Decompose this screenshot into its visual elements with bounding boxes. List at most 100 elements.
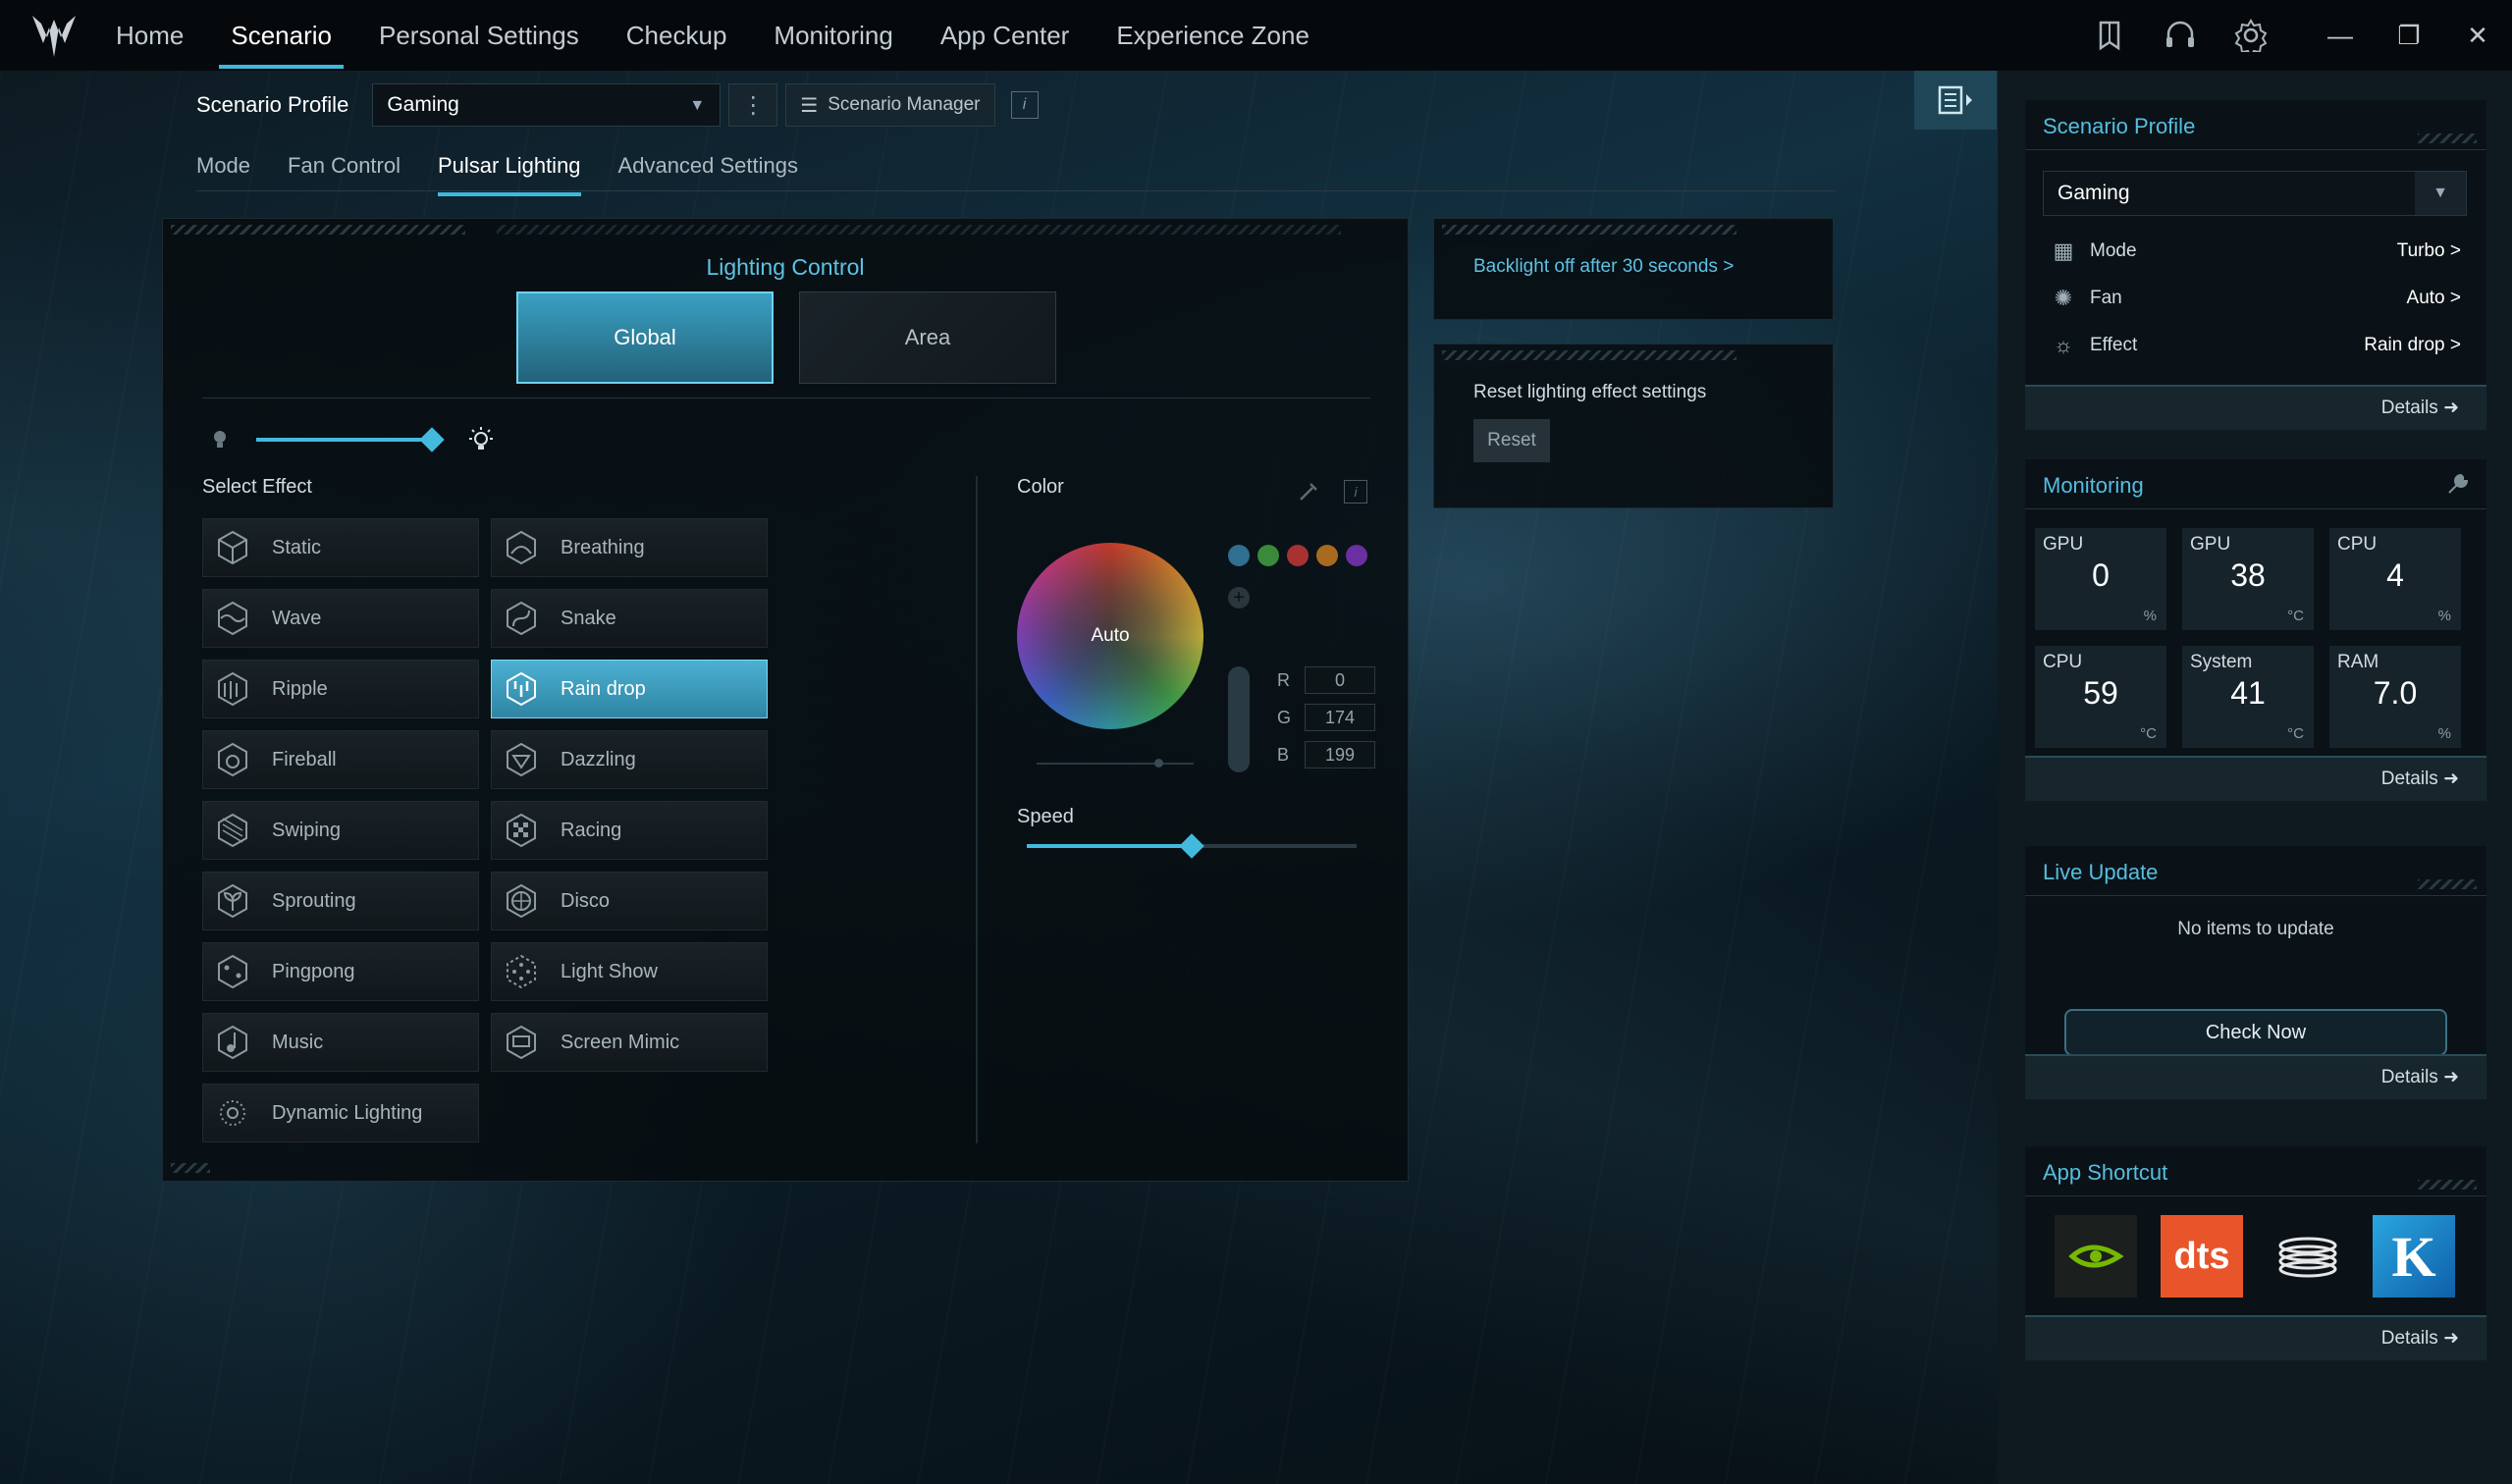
brightness-track[interactable] xyxy=(256,438,438,442)
effect-wave[interactable]: Wave xyxy=(202,589,479,648)
gear-icon[interactable] xyxy=(2216,0,2286,71)
tab-mode[interactable]: Mode xyxy=(196,147,250,190)
nvidia-icon[interactable] xyxy=(2055,1215,2137,1298)
b-input[interactable]: 199 xyxy=(1305,741,1375,768)
effect-pingpong[interactable]: Pingpong xyxy=(202,942,479,1001)
speed-knob[interactable] xyxy=(1179,833,1204,859)
color-wheel[interactable]: Auto xyxy=(1017,543,1203,729)
wrench-icon[interactable] xyxy=(2445,471,2471,497)
card-header: App Shortcut xyxy=(2025,1146,2486,1196)
effect-ripple[interactable]: Ripple xyxy=(202,660,479,718)
nav-scenario[interactable]: Scenario xyxy=(207,0,355,71)
sidebar-effect-row[interactable]: ☼ Effect Rain drop > xyxy=(2049,328,2461,363)
area-button[interactable]: Area xyxy=(799,292,1056,384)
brightness-slider[interactable] xyxy=(212,425,507,454)
effect-swiping[interactable]: Swiping xyxy=(202,801,479,860)
wheel-slider-knob[interactable] xyxy=(1154,759,1163,768)
effect-fireball[interactable]: Fireball xyxy=(202,730,479,789)
swatch-5[interactable] xyxy=(1346,545,1367,566)
bookmark-icon[interactable] xyxy=(2074,0,2145,71)
brightness-fill xyxy=(256,438,433,442)
effect-label: Sprouting xyxy=(272,889,356,912)
rings-icon[interactable] xyxy=(2267,1215,2349,1298)
g-input[interactable]: 174 xyxy=(1305,704,1375,731)
nav-home[interactable]: Home xyxy=(116,0,207,71)
decor-hatch xyxy=(2418,879,2477,889)
global-button[interactable]: Global xyxy=(516,292,774,384)
effect-music[interactable]: Music xyxy=(202,1013,479,1072)
card-title: App Shortcut xyxy=(2043,1160,2168,1185)
sidebar-profile-select[interactable]: Gaming ▼ xyxy=(2043,171,2467,216)
app-shortcut-card: App Shortcut dts K Details ➜ xyxy=(2025,1146,2486,1360)
tab-pulsar-lighting[interactable]: Pulsar Lighting xyxy=(438,147,581,196)
cell-unit: °C xyxy=(2287,608,2304,624)
effect-racing[interactable]: Racing xyxy=(491,801,768,860)
scenario-profile-select[interactable]: Gaming ▼ xyxy=(372,83,722,127)
details-link[interactable]: Details ➜ xyxy=(2381,768,2459,790)
dts-icon[interactable]: dts xyxy=(2161,1215,2243,1298)
effect-sprouting[interactable]: Sprouting xyxy=(202,872,479,930)
details-link[interactable]: Details ➜ xyxy=(2381,397,2459,419)
bulb-bright-icon xyxy=(469,427,493,450)
lightness-slider[interactable] xyxy=(1228,666,1250,772)
nav-checkup[interactable]: Checkup xyxy=(603,0,751,71)
effect-snake[interactable]: Snake xyxy=(491,589,768,648)
select-effect-label: Select Effect xyxy=(202,476,312,498)
tab-advanced-settings[interactable]: Advanced Settings xyxy=(618,147,798,190)
wheel-slider-track[interactable] xyxy=(1037,763,1194,765)
swatch-2[interactable] xyxy=(1257,545,1279,566)
scenario-profile-label: Scenario Profile xyxy=(196,92,349,117)
screen-mimic-icon xyxy=(498,1019,545,1066)
close-button[interactable]: ✕ xyxy=(2443,0,2512,71)
details-link[interactable]: Details ➜ xyxy=(2381,1327,2459,1350)
brightness-knob[interactable] xyxy=(419,427,446,452)
effect-dazzling[interactable]: Dazzling xyxy=(491,730,768,789)
card-footer: Details ➜ xyxy=(2025,756,2486,801)
info-icon[interactable]: i xyxy=(1010,91,1039,119)
effect-breathing[interactable]: Breathing xyxy=(491,518,768,577)
minimize-button[interactable]: — xyxy=(2306,0,2375,71)
swatch-4[interactable] xyxy=(1316,545,1338,566)
no-update-message: No items to update xyxy=(2177,919,2334,939)
reset-button[interactable]: Reset xyxy=(1473,419,1550,462)
swatch-3[interactable] xyxy=(1287,545,1309,566)
effect-screen-mimic[interactable]: Screen Mimic xyxy=(491,1013,768,1072)
effect-dynamic-lighting[interactable]: Dynamic Lighting xyxy=(202,1084,479,1142)
scenario-manager-button[interactable]: ☰ Scenario Manager xyxy=(785,83,995,127)
wave-icon xyxy=(209,595,256,642)
tab-fan-control[interactable]: Fan Control xyxy=(288,147,401,190)
eyedropper-icon[interactable] xyxy=(1297,478,1322,504)
nav-app-center[interactable]: App Center xyxy=(917,0,1094,71)
effect-rain-drop[interactable]: Rain drop xyxy=(491,660,768,718)
collapse-sidebar-button[interactable] xyxy=(1914,71,1997,130)
sidebar-mode-row[interactable]: ▦ Mode Turbo > xyxy=(2049,234,2461,269)
r-input[interactable]: 0 xyxy=(1305,666,1375,694)
sidebar-profile-value: Gaming xyxy=(2058,182,2130,204)
rgb-g-row: G 174 xyxy=(1277,704,1375,731)
more-options-button[interactable]: ⋮ xyxy=(728,83,778,127)
nav-monitoring[interactable]: Monitoring xyxy=(750,0,916,71)
b-label: B xyxy=(1277,744,1290,765)
live-update-card: Live Update No items to update Check Now… xyxy=(2025,846,2486,1099)
color-label: Color xyxy=(1017,476,1064,498)
decor-hatch xyxy=(1442,225,1737,235)
check-now-button[interactable]: Check Now xyxy=(2064,1009,2447,1056)
sidebar-fan-row[interactable]: ✺ Fan Auto > xyxy=(2049,281,2461,316)
restore-button[interactable]: ❐ xyxy=(2375,0,2443,71)
effect-label: Racing xyxy=(561,819,622,841)
backlight-link[interactable]: Backlight off after 30 seconds > xyxy=(1473,256,1734,278)
nav-experience-zone[interactable]: Experience Zone xyxy=(1093,0,1333,71)
effect-label: Breathing xyxy=(561,536,645,558)
swatch-1[interactable] xyxy=(1228,545,1250,566)
cell-label: RAM xyxy=(2337,652,2379,672)
effect-disco[interactable]: Disco xyxy=(491,872,768,930)
nav-personal-settings[interactable]: Personal Settings xyxy=(355,0,603,71)
add-swatch-button[interactable]: + xyxy=(1228,587,1250,609)
swiping-icon xyxy=(209,807,256,854)
effect-light-show[interactable]: Light Show xyxy=(491,942,768,1001)
k-icon[interactable]: K xyxy=(2373,1215,2455,1298)
effect-static[interactable]: Static xyxy=(202,518,479,577)
details-link[interactable]: Details ➜ xyxy=(2381,1066,2459,1088)
headset-icon[interactable] xyxy=(2145,0,2216,71)
info-icon[interactable]: i xyxy=(1344,480,1367,504)
